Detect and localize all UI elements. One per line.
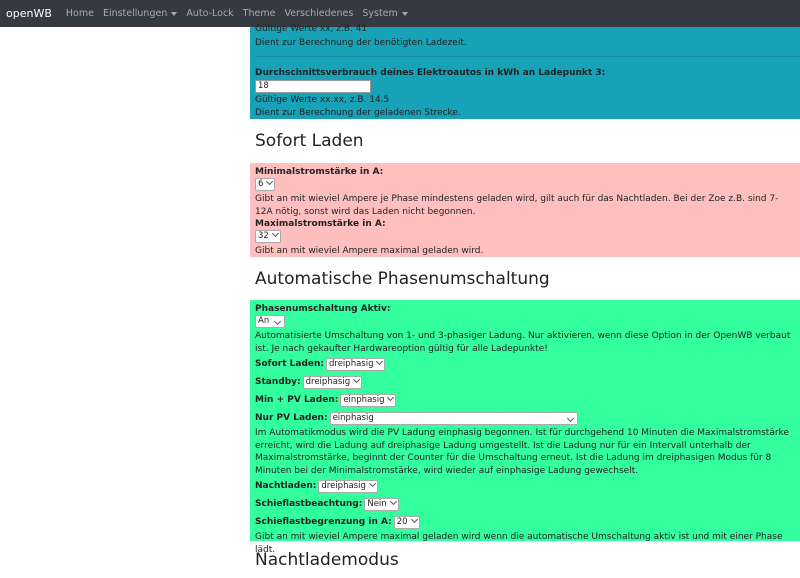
minpv-value: einphasig [343,394,385,405]
nacht-phasen-select[interactable]: dreiphasig [318,479,378,493]
sofort-settings-block: Minimalstromstärke in A: 6 Gibt an mit w… [250,163,800,257]
phasen-aktiv-value: An [258,316,270,326]
chevron-down-icon [368,479,376,487]
phasen-settings-block: Phasenumschaltung Aktiv: An Automatisier… [250,300,800,555]
min-strom-desc: Gibt an mit wieviel Ampere je Phase mind… [255,194,779,217]
caret-down-icon [401,11,408,16]
minpv-select[interactable]: einphasig [340,393,397,407]
verbrauch-hint: Gültige Werte xx.xx, z.B. 14.5 [255,95,390,105]
chevron-down-icon [376,357,384,365]
max-strom-label: Maximalstromstärke in A: [255,219,386,229]
nurpv-value: einphasig [332,412,374,423]
sofort-phasen-row: Sofort Laden: dreiphasig [255,355,795,373]
chevron-down-icon [387,393,395,401]
min-strom-label: Minimalstromstärke in A: [255,167,384,177]
verbrauch-desc: Dient zur Berechnung der geladenen Strec… [255,108,461,118]
minpv-label: Min + PV Laden: [255,395,339,405]
sofort-heading: Sofort Laden [255,131,364,151]
navbar: openWB Home Einstellungen Auto-Lock Them… [0,0,800,27]
main-content: Gültige Werte xx, z.B. 41 Dient zur Bere… [250,24,800,578]
nav-theme[interactable]: Theme [243,8,276,19]
nacht-phasen-row: Nachtladen: dreiphasig [255,477,795,495]
minpv-row: Min + PV Laden: einphasig [255,391,795,409]
schieflast-grenze-label: Schieflastbegrenzung in A: [255,517,392,527]
nacht-heading: Nachtlademodus [255,549,399,570]
phasen-aktiv-desc: Automatisierte Umschaltung von 1- und 3-… [255,331,791,354]
max-strom-value: 32 [258,231,269,241]
chevron-down-icon [266,177,274,186]
schieflast-select[interactable]: Nein [364,497,399,511]
nurpv-row: Nur PV Laden: einphasig [255,409,795,427]
standby-label: Standby: [255,377,301,387]
nurpv-label: Nur PV Laden: [255,413,328,423]
nav-auto-lock[interactable]: Auto-Lock [186,8,233,19]
caret-down-icon [171,11,178,16]
nav-theme-label: Theme [242,8,276,19]
schieflast-grenze-select[interactable]: 20 [393,515,420,529]
verbrauch-label: Durchschnittsverbrauch deines Elektroaut… [255,68,606,78]
chevron-down-icon [410,515,418,523]
max-strom-select[interactable]: 32 [255,229,281,243]
nav-system[interactable]: System [362,8,408,19]
nacht-phasen-value: dreiphasig [321,480,366,491]
nav-home-label: Home [65,8,94,19]
max-strom-desc: Gibt an mit wieviel Ampere maximal gelad… [255,246,484,256]
brand-link[interactable]: openWB [6,7,52,20]
phasen-aktiv-select[interactable]: An [255,315,285,328]
sofort-phasen-label: Sofort Laden: [255,359,324,369]
schieflast-grenze-value: 20 [396,516,408,527]
auto-heading-wrap: Automatische Phasenumschaltung [250,257,800,300]
nav-verschiedenes-label: Verschiedenes [284,8,354,19]
schieflast-label: Schieflastbeachtung: [255,499,363,509]
sofort-phasen-value: dreiphasig [329,358,374,369]
nav-system-label: System [362,8,398,19]
nav-home[interactable]: Home [66,8,94,19]
chevron-down-icon [271,229,279,238]
verbrauch-input[interactable]: 18 [255,80,371,93]
sofort-phasen-select[interactable]: dreiphasig [326,357,386,371]
chevron-down-icon [273,317,282,326]
divider [255,56,800,57]
nacht-heading-wrap: Nachtlademodus [250,541,800,578]
cut-hint-text: Gültige Werte xx, z.B. 41 [255,24,368,34]
min-strom-value: 6 [258,179,264,189]
schieflast-row: Schieflastbeachtung: Nein [255,495,795,513]
chevron-down-icon [353,375,361,383]
standby-row: Standby: dreiphasig [255,373,795,391]
nav-einstellungen-label: Einstellungen [102,8,168,19]
min-strom-select[interactable]: 6 [255,177,276,191]
phasen-aktiv-label: Phasenumschaltung Aktiv: [255,304,391,314]
nurpv-select[interactable]: einphasig [329,411,578,425]
standby-select[interactable]: dreiphasig [302,375,363,389]
chevron-down-icon [566,414,574,422]
auto-mode-desc: Im Automatikmodus wird die PV Ladung ein… [255,428,789,476]
nav-verschiedenes[interactable]: Verschiedenes [284,8,353,19]
sofort-heading-wrap: Sofort Laden [250,119,800,163]
auto-heading: Automatische Phasenumschaltung [255,268,550,289]
schieflast-value: Nein [367,498,387,509]
chevron-down-icon [389,497,397,505]
teal-settings-block: Gültige Werte xx, z.B. 41 Dient zur Bere… [250,24,800,119]
schieflast-grenze-row: Schieflastbegrenzung in A: 20 [255,513,795,531]
nav-auto-lock-label: Auto-Lock [186,8,234,19]
nacht-phasen-label: Nachtladen: [255,481,317,491]
nav-einstellungen[interactable]: Einstellungen [102,8,178,19]
standby-value: dreiphasig [305,376,351,387]
cut-desc-text: Dient zur Berechnung der benötigten Lade… [255,38,467,48]
